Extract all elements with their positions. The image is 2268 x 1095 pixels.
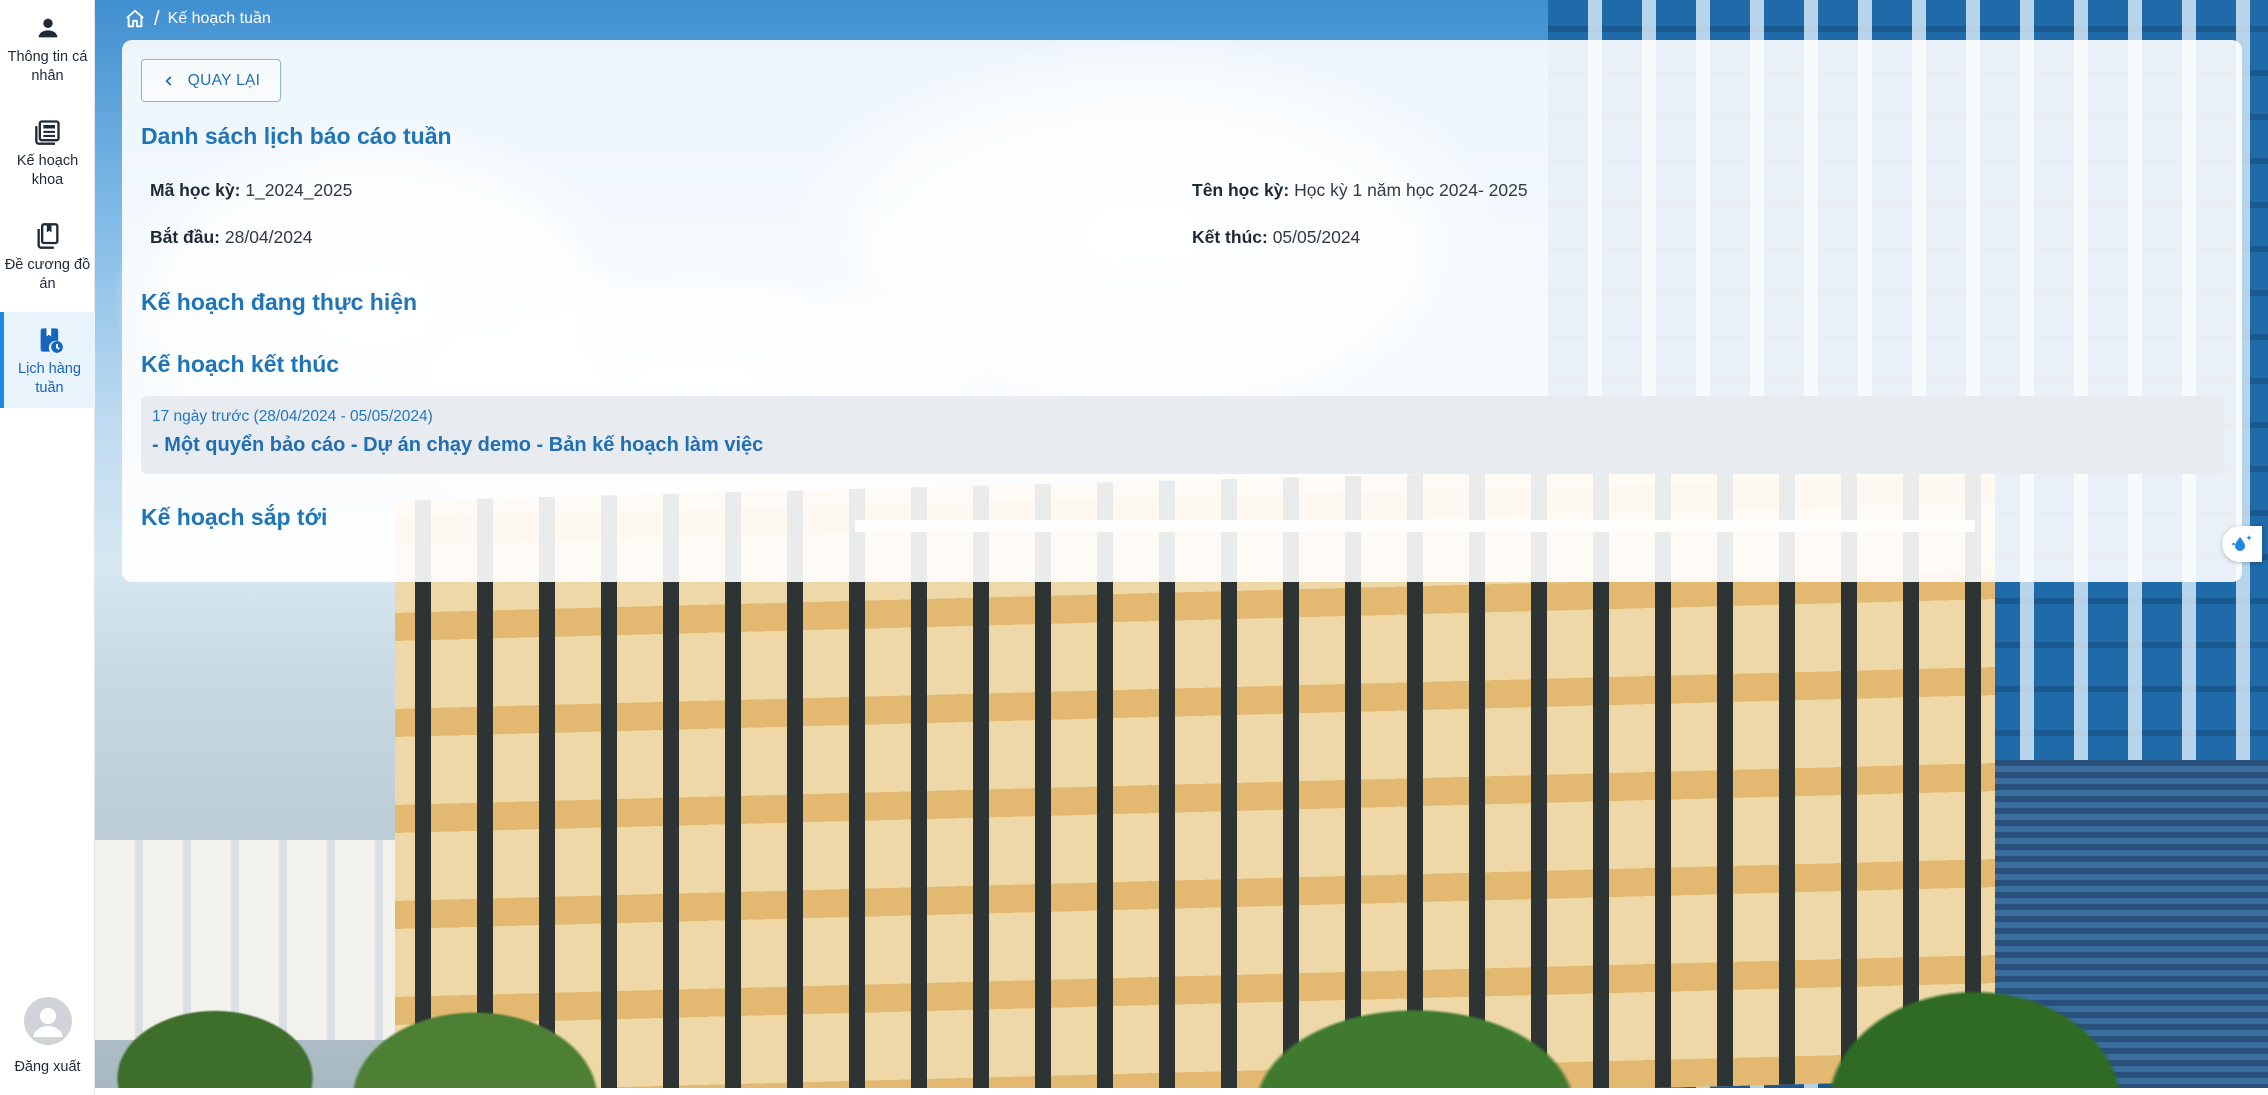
finished-plan-item[interactable]: 17 ngày trước (28/04/2024 - 05/05/2024) …	[141, 396, 2224, 474]
sidebar-item-project-outline[interactable]: Đề cương đồ án	[0, 208, 95, 304]
user-avatar-icon	[32, 1008, 63, 1037]
logout-label: Đăng xuất	[14, 1059, 81, 1075]
avatar	[23, 997, 72, 1045]
sidebar-item-profile[interactable]: Thông tin cá nhân	[0, 0, 95, 96]
page-title: Danh sách lịch báo cáo tuần	[141, 123, 452, 149]
back-button[interactable]: QUAY LẠI	[141, 59, 281, 102]
breadcrumb: / Kế hoạch tuần	[124, 6, 271, 32]
end-date-field: Kết thúc: 05/05/2024	[1192, 227, 1360, 248]
end-date-label: Kết thúc:	[1192, 227, 1268, 247]
start-date-label: Bắt đầu:	[150, 227, 220, 247]
end-date-value: 05/05/2024	[1272, 227, 1361, 247]
sidebar-item-label: Lịch hàng tuần	[18, 361, 81, 396]
start-date-field: Bắt đầu: 28/04/2024	[150, 227, 312, 248]
breadcrumb-separator: /	[154, 7, 160, 30]
sidebar-item-label: Kế hoạch khoa	[16, 153, 79, 188]
person-icon	[38, 18, 57, 38]
sidebar-item-weekly-schedule[interactable]: Lịch hàng tuần	[0, 312, 95, 408]
semester-name-label: Tên học kỳ:	[1192, 180, 1290, 200]
sidebar: Thông tin cá nhân Kế hoạch khoa Đề cương…	[0, 0, 95, 1095]
home-icon[interactable]	[124, 8, 146, 30]
chevron-left-icon	[165, 75, 172, 86]
semester-code-value: 1_2024_2025	[245, 180, 353, 200]
floating-assistant-button[interactable]	[2222, 526, 2262, 562]
book-copy-icon	[37, 223, 58, 249]
sidebar-item-label: Thông tin cá nhân	[7, 49, 88, 84]
semester-name-field: Tên học kỳ: Học kỳ 1 năm học 2024- 2025	[1192, 180, 1528, 201]
sidebar-item-label: Đề cương đồ án	[4, 257, 91, 292]
section-in-progress-heading: Kế hoạch đang thực hiện	[141, 289, 418, 315]
section-upcoming-heading: Kế hoạch sắp tới	[141, 504, 328, 530]
semester-code-field: Mã học kỳ: 1_2024_2025	[150, 180, 352, 201]
logout-button[interactable]: Đăng xuất	[0, 997, 95, 1075]
water-drop-sparkle-icon	[2232, 535, 2252, 551]
newspaper-icon	[34, 120, 60, 145]
weekly-report-card: QUAY LẠI Danh sách lịch báo cáo tuần Mã …	[122, 40, 2242, 582]
semester-code-label: Mã học kỳ:	[150, 180, 241, 200]
semester-name-value: Học kỳ 1 năm học 2024- 2025	[1294, 180, 1528, 200]
calendar-clock-icon	[40, 328, 63, 353]
start-date-value: 28/04/2024	[224, 227, 313, 247]
back-button-label: QUAY LẠI	[187, 71, 261, 89]
breadcrumb-current: Kế hoạch tuần	[167, 10, 271, 27]
plan-item-date: 17 ngày trước (28/04/2024 - 05/05/2024)	[152, 408, 433, 425]
sidebar-item-faculty-plan[interactable]: Kế hoạch khoa	[0, 104, 95, 200]
plan-item-title: - Một quyển bảo cáo - Dự án chạy demo - …	[152, 434, 764, 456]
section-finished-heading: Kế hoạch kết thúc	[141, 351, 340, 377]
